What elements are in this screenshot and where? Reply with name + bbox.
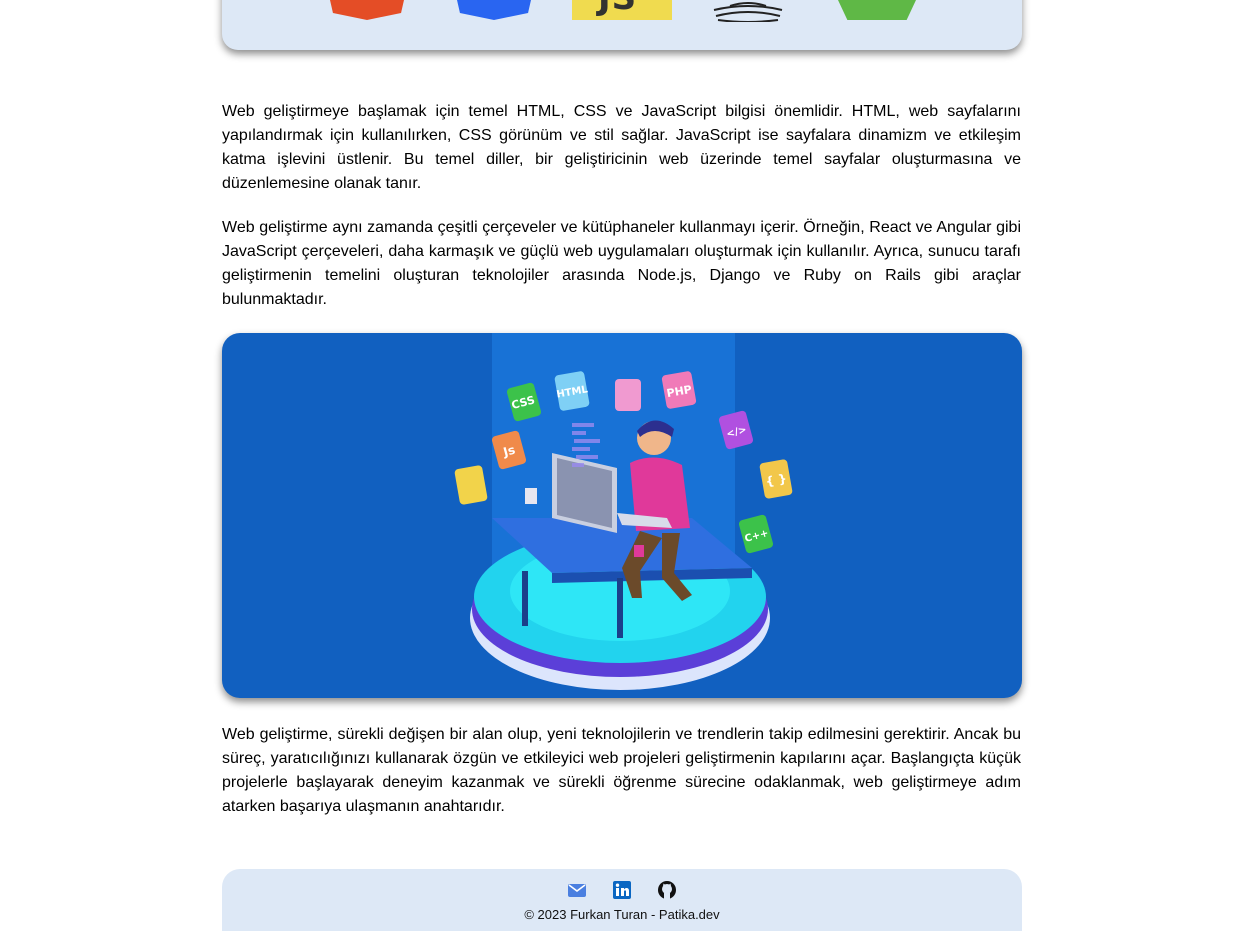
html5-logo-icon bbox=[330, 0, 404, 20]
javascript-logo-text: JS bbox=[598, 0, 637, 18]
intro-paragraph: Web geliştirmeye başlamak için temel HTM… bbox=[222, 103, 1021, 192]
java-logo-icon bbox=[713, 2, 783, 22]
copyright-text: © 2023 Furkan Turan - Patika.dev bbox=[524, 907, 720, 922]
mail-icon[interactable] bbox=[567, 880, 587, 900]
closing-paragraph: Web geliştirme, sürekli değişen bir alan… bbox=[222, 726, 1021, 815]
footer: © 2023 Furkan Turan - Patika.dev bbox=[222, 869, 1022, 931]
nodejs-logo-icon bbox=[838, 0, 916, 20]
developer-illustration-graphic: CSS HTML PHP Js </> { } C++ bbox=[454, 333, 793, 690]
css3-logo-icon bbox=[457, 0, 531, 20]
github-icon[interactable] bbox=[657, 880, 677, 900]
frameworks-paragraph: Web geliştirme aynı zamanda çeşitli çerç… bbox=[222, 219, 1021, 308]
developer-illustration: CSS HTML PHP Js </> { } C++ bbox=[222, 333, 1022, 698]
javascript-logo-icon: JS bbox=[572, 0, 672, 20]
tech-logo-bar: JS bbox=[222, 0, 1022, 50]
linkedin-icon[interactable] bbox=[612, 880, 632, 900]
